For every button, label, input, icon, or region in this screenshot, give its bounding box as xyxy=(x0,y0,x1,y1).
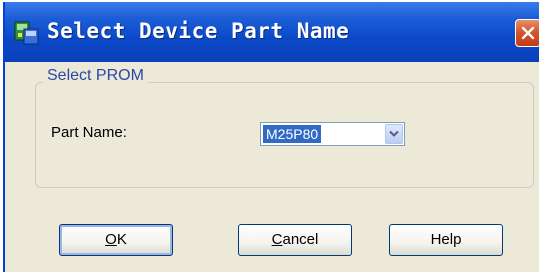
dialog-title: Select Device Part Name xyxy=(47,19,350,43)
dialog-window: Select Device Part Name Select PROM Part… xyxy=(3,2,539,272)
title-bar[interactable]: Select Device Part Name xyxy=(5,2,539,62)
group-label: Select PROM xyxy=(43,67,148,85)
help-button[interactable]: Help xyxy=(389,224,503,256)
cancel-label-rest: ancel xyxy=(282,231,319,248)
ok-button[interactable]: OK xyxy=(59,224,173,256)
part-name-label: Part Name: xyxy=(51,124,127,141)
part-name-selected-value: M25P80 xyxy=(263,125,322,143)
ok-mnemonic: O xyxy=(105,231,117,248)
help-label: Help xyxy=(430,231,462,248)
part-name-dropdown[interactable]: M25P80 xyxy=(260,122,405,146)
dropdown-arrow-button[interactable] xyxy=(385,124,403,144)
close-button[interactable] xyxy=(515,19,539,47)
cancel-button[interactable]: Cancel xyxy=(238,224,352,256)
device-app-icon xyxy=(14,20,40,46)
cancel-mnemonic: C xyxy=(271,231,283,248)
ok-label-rest: K xyxy=(116,231,127,248)
